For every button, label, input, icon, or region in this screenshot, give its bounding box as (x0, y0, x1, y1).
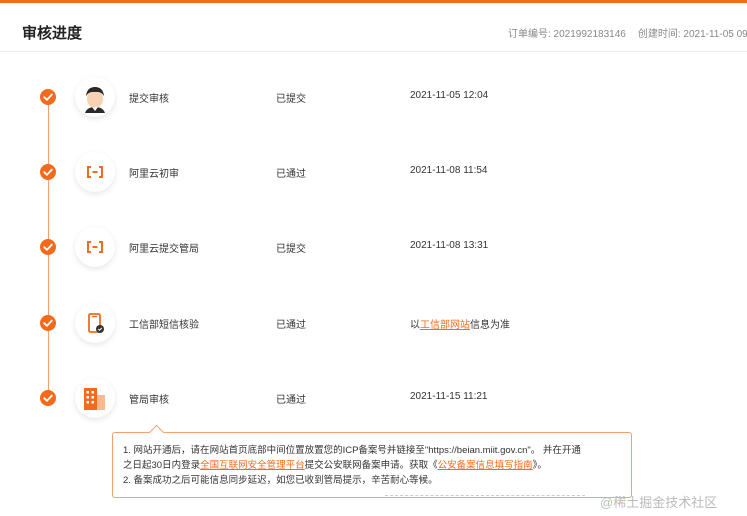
phone-check-icon (75, 303, 115, 343)
timeline-step: 工信部短信核验 已通过 以工信部网站信息为准 (0, 300, 747, 346)
step-status: 已通过 (276, 395, 306, 406)
timeline-step: 管局审核 已通过 2021-11-15 11:21 (0, 375, 747, 421)
notice-box: 1. 网站开通后，请在网站首页底部中间位置放置您的ICP备案号并链接至"http… (112, 424, 632, 498)
police-filing-guide-link[interactable]: 公安备案信息填写指南 (438, 460, 533, 471)
page-title: 审核进度 (22, 25, 83, 42)
step-status: 已通过 (276, 320, 306, 331)
page-header: 审核进度 订单编号: 2021992183146 创建时间: 2021-11-05… (0, 3, 747, 52)
step-time: 2021-11-08 13:31 (410, 240, 489, 251)
step-name: 管局审核 (129, 395, 169, 406)
created-time: 创建时间: 2021-11-05 09 (637, 29, 747, 40)
building-icon (75, 378, 115, 418)
step-time-suffix: 信息为准 (470, 320, 510, 331)
check-icon (40, 164, 56, 180)
security-platform-link[interactable]: 全国互联网安全管理平台 (200, 460, 305, 471)
step-status: 已提交 (276, 244, 306, 255)
timeline-step: 阿里云提交管局 已提交 2021-11-08 13:31 (0, 224, 747, 270)
timeline-step: 阿里云初审 已通过 2021-11-08 11:54 (0, 149, 747, 195)
notice-line-1: 1. 网站开通后，请在网站首页底部中间位置放置您的ICP备案号并链接至"http… (123, 445, 581, 456)
notice-line-3: 2. 备案成功之后可能信息同步延迟，如您已收到管局提示，辛苦耐心等候。 (123, 475, 438, 486)
step-time-note: 以工信部网站信息为准 (410, 316, 510, 331)
timeline-step: 提交审核 已提交 2021-11-05 12:04 (0, 74, 747, 120)
step-status: 已提交 (276, 94, 306, 105)
watermark: @稀土掘金技术社区 (600, 495, 718, 510)
dashed-divider (385, 495, 585, 497)
check-icon (40, 390, 56, 406)
notice-line-2-suffix: 》。 (532, 460, 547, 471)
check-icon (40, 315, 56, 331)
check-icon (40, 239, 56, 255)
step-name: 提交审核 (129, 94, 169, 105)
step-name: 工信部短信核验 (129, 320, 199, 331)
user-avatar-icon (75, 77, 115, 117)
aliyun-logo-icon (75, 152, 115, 192)
step-name: 阿里云提交管局 (129, 244, 199, 255)
step-status: 已通过 (276, 169, 306, 180)
step-name: 阿里云初审 (129, 169, 179, 180)
notice-line-2-mid: 提交公安联网备案申请。获取《 (304, 460, 438, 471)
aliyun-logo-icon (75, 227, 115, 267)
step-time-prefix: 以 (410, 320, 420, 331)
notice-line-2-prefix: 之日起30日内登录 (123, 460, 201, 471)
step-time: 2021-11-05 12:04 (410, 90, 489, 101)
order-number: 订单编号: 2021992183146 (508, 29, 626, 40)
step-time: 2021-11-08 11:54 (410, 165, 488, 176)
miit-site-link[interactable]: 工信部网站 (420, 320, 470, 331)
notice-line-2: 之日起30日内登录全国互联网安全管理平台提交公安联网备案申请。获取《公安备案信息… (123, 458, 621, 473)
step-time: 2021-11-15 11:21 (410, 391, 488, 402)
notice-arrow (148, 424, 165, 441)
order-meta: 订单编号: 2021992183146 创建时间: 2021-11-05 09 (508, 25, 747, 40)
check-icon (40, 89, 56, 105)
